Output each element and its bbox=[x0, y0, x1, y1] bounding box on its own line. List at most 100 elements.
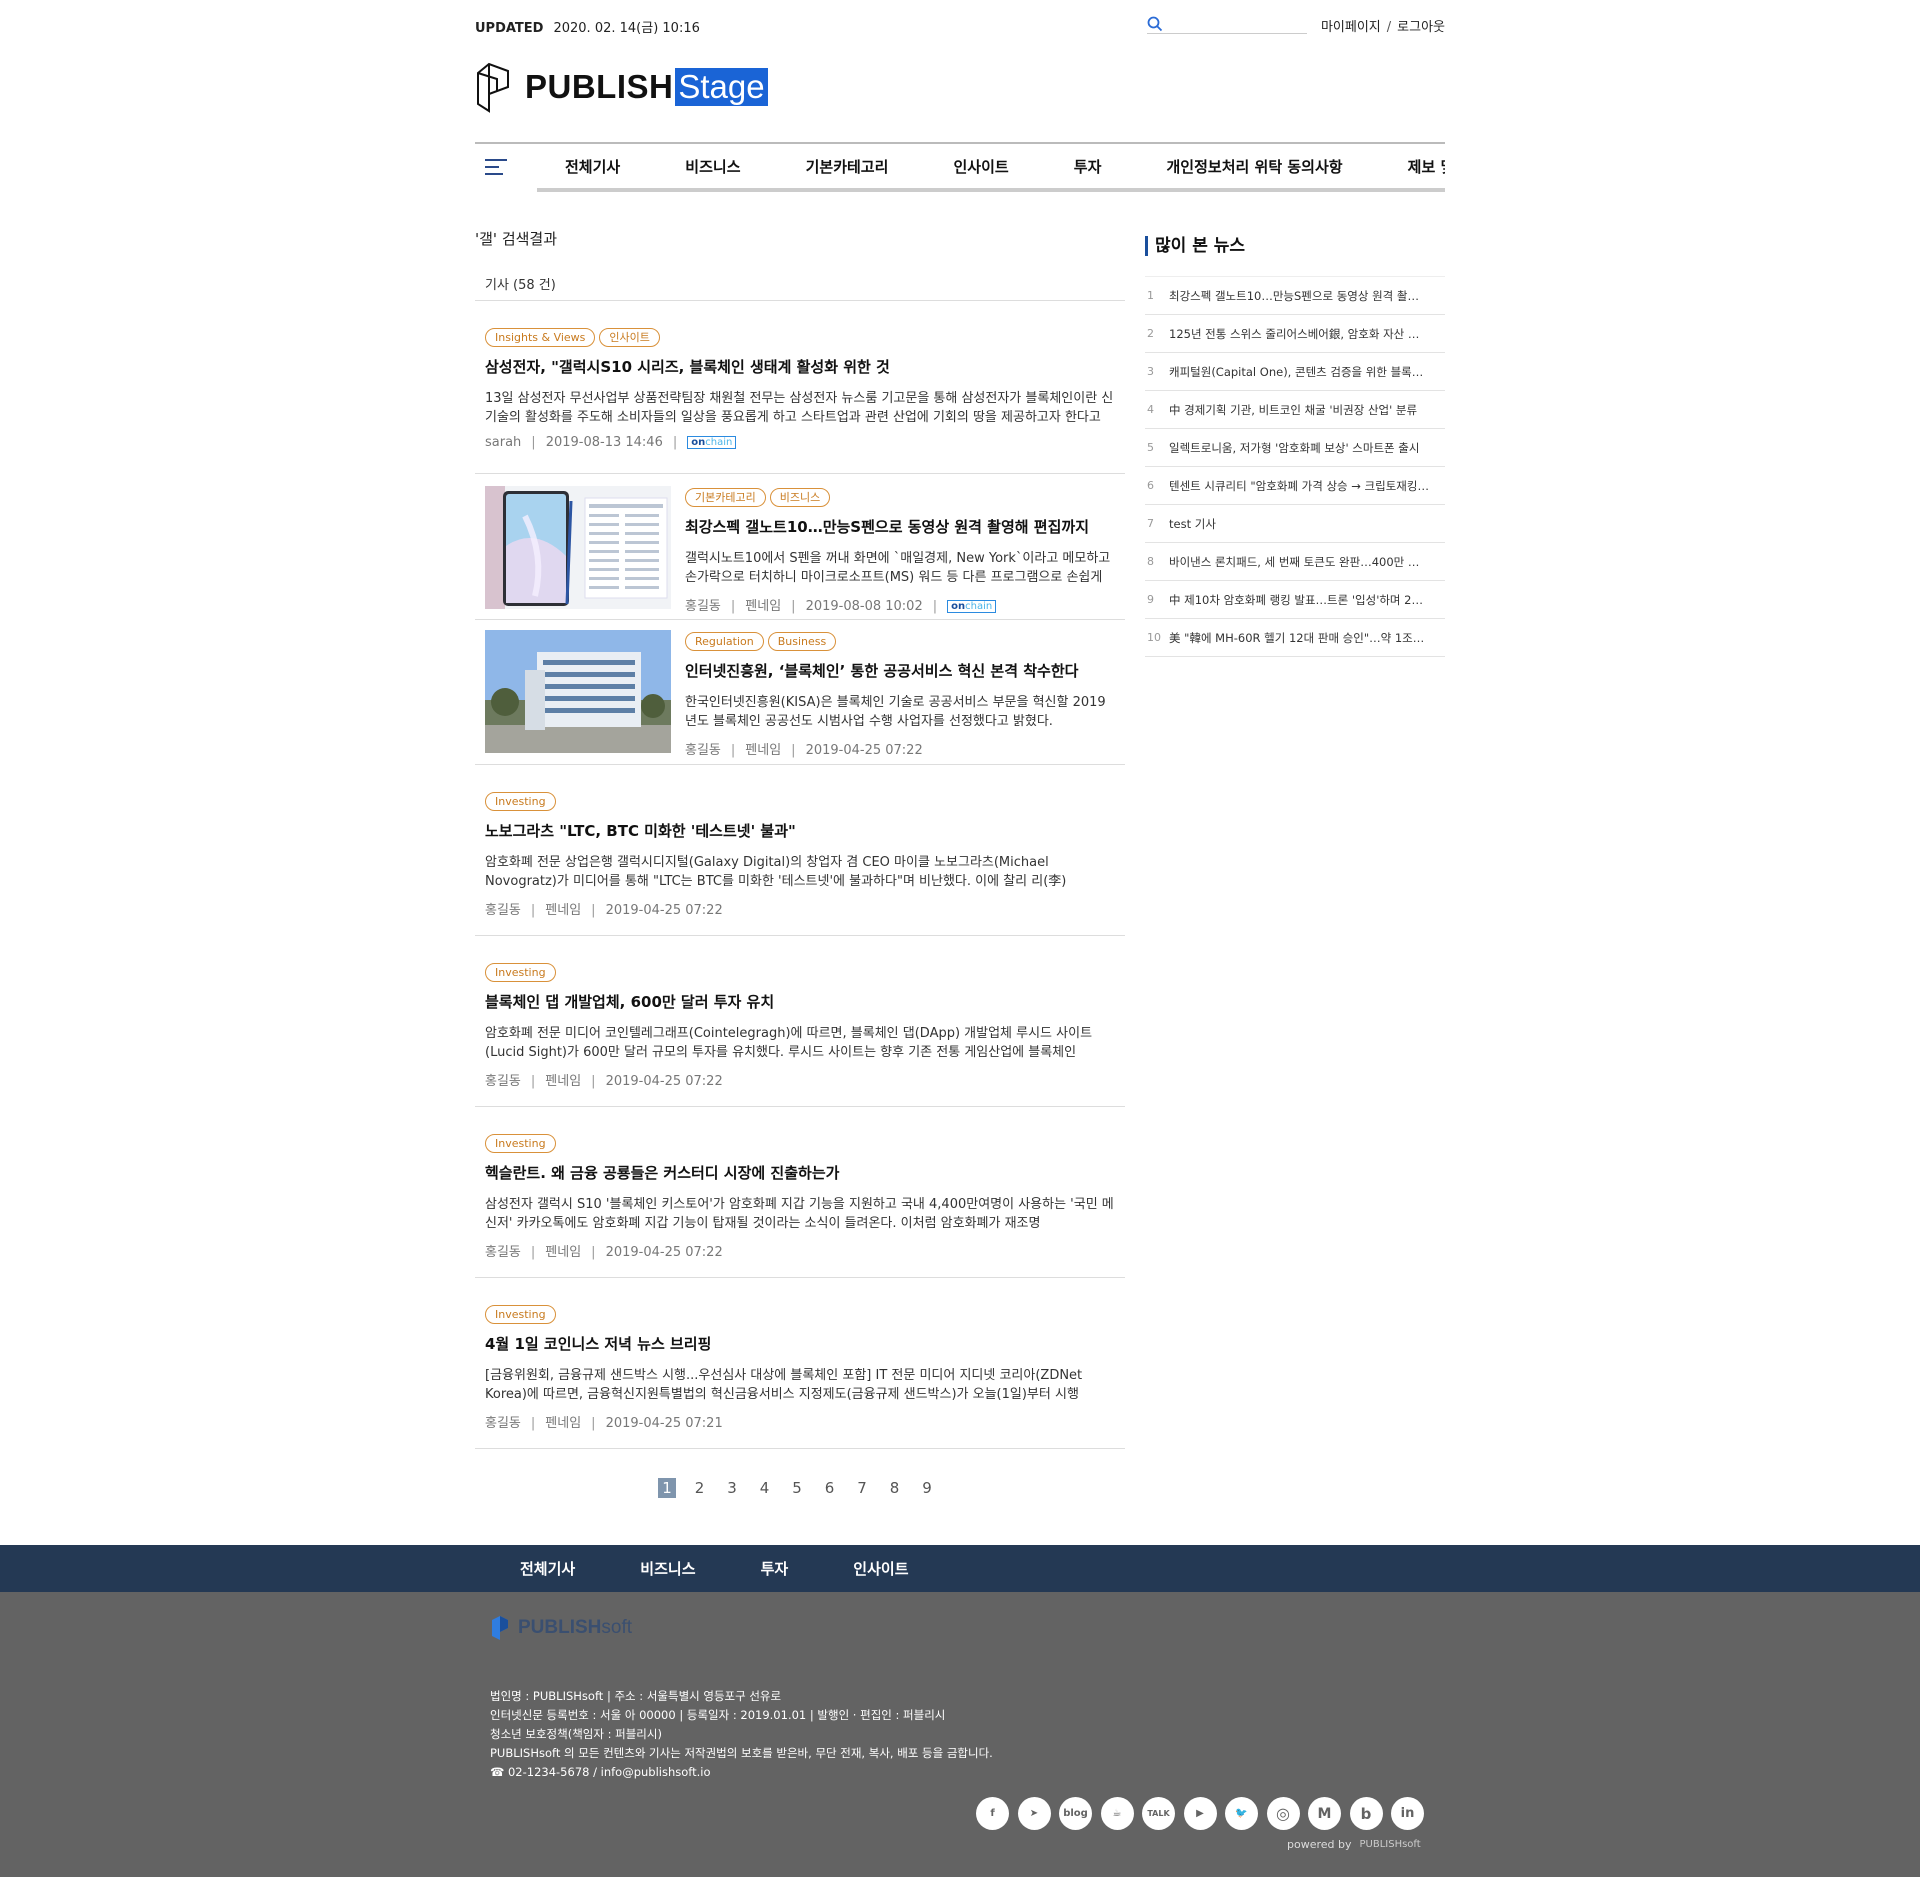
nav-item-default-category[interactable]: 기본카테고리 bbox=[806, 156, 889, 177]
article-title[interactable]: 인터넷진흥원, ‘블록체인’ 통한 공공서비스 혁신 본격 착수한다 bbox=[685, 660, 1115, 681]
popular-news-text[interactable]: 中 경제기획 기관, 비트코인 채굴 '비권장 산업' 분류 bbox=[1169, 402, 1429, 418]
kakao-talk-icon[interactable]: TALK bbox=[1142, 1797, 1175, 1830]
popular-news-text[interactable]: 美 "韓에 MH-60R 헬기 12대 판매 승인"…약 1조원 규모 bbox=[1169, 630, 1429, 646]
nav-item-privacy-consent[interactable]: 개인정보처리 위탁 동의사항 bbox=[1167, 156, 1343, 177]
medium-icon[interactable]: M bbox=[1308, 1797, 1341, 1830]
article-item[interactable]: Investing 블록체인 댑 개발업체, 600만 달러 투자 유치 암호화… bbox=[475, 936, 1125, 1107]
page-button-5[interactable]: 5 bbox=[788, 1478, 806, 1498]
nav-item-invest[interactable]: 투자 bbox=[1074, 156, 1102, 177]
footer-nav-list: 전체기사 비즈니스 투자 인사이트 bbox=[520, 1558, 969, 1579]
popular-news-text[interactable]: test 기사 bbox=[1169, 516, 1429, 532]
article-tag[interactable]: Regulation bbox=[685, 632, 764, 651]
popular-news-item[interactable]: 7 test 기사 bbox=[1145, 505, 1445, 543]
page-button-3[interactable]: 3 bbox=[723, 1478, 741, 1498]
main-nav: 전체기사 비즈니스 기본카테고리 인사이트 투자 개인정보처리 위탁 동의사항 … bbox=[475, 142, 1445, 192]
article-title[interactable]: 4월 1일 코인니스 저녁 뉴스 브리핑 bbox=[485, 1333, 1115, 1354]
search-icon[interactable] bbox=[1147, 16, 1163, 32]
page-button-7[interactable]: 7 bbox=[853, 1478, 871, 1498]
article-title[interactable]: 최강스펙 갤노트10…만능S펜으로 동영상 원격 촬영해 편집까지 bbox=[685, 516, 1115, 537]
article-tag[interactable]: Investing bbox=[485, 792, 556, 811]
article-item[interactable]: 기본카테고리 비즈니스 최강스펙 갤노트10…만능S펜으로 동영상 원격 촬영해 … bbox=[475, 474, 1125, 620]
popular-news-item[interactable]: 8 바이낸스 론치패드, 세 번째 토큰도 완판…400만 달러 규모 bbox=[1145, 543, 1445, 581]
popular-news-title: 많이 본 뉴스 bbox=[1145, 236, 1445, 256]
youtube-icon[interactable]: ▶ bbox=[1183, 1797, 1217, 1830]
article-title[interactable]: 블록체인 댑 개발업체, 600만 달러 투자 유치 bbox=[485, 991, 1115, 1012]
page-button-1[interactable]: 1 bbox=[658, 1478, 676, 1498]
popular-news-item[interactable]: 10 美 "韓에 MH-60R 헬기 12대 판매 승인"…약 1조원 규모 bbox=[1145, 619, 1445, 657]
page-button-8[interactable]: 8 bbox=[886, 1478, 904, 1498]
popular-news-text[interactable]: 125년 전통 스위스 줄리어스베어銀, 암호화 자산 서비스 개시 bbox=[1169, 326, 1429, 342]
telegram-icon[interactable]: ➤ bbox=[1017, 1797, 1051, 1830]
nav-item-insight[interactable]: 인사이트 bbox=[954, 156, 1009, 177]
footer-nav-item-insight[interactable]: 인사이트 bbox=[853, 1558, 908, 1579]
article-penname: 펜네임 bbox=[545, 903, 582, 918]
footer-nav-item-all[interactable]: 전체기사 bbox=[520, 1558, 575, 1579]
popular-news-text[interactable]: 바이낸스 론치패드, 세 번째 토큰도 완판…400만 달러 규모 bbox=[1169, 554, 1429, 570]
search-input[interactable] bbox=[1169, 14, 1305, 32]
site-logo[interactable]: PUBLISH Stage bbox=[475, 62, 768, 113]
article-tag[interactable]: Investing bbox=[485, 1134, 556, 1153]
nav-item-report[interactable]: 제보 및 bbox=[1408, 156, 1445, 177]
popular-news-item[interactable]: 3 캐피털원(Capital One), 콘텐츠 검증을 위한 블록체인 특허 출… bbox=[1145, 353, 1445, 391]
page-button-4[interactable]: 4 bbox=[756, 1478, 774, 1498]
kakao-story-icon[interactable]: ☕ bbox=[1100, 1797, 1134, 1830]
popular-news-text[interactable]: 텐센트 시큐리티 "암호화폐 가격 상승 → 크립토재킹 증가" bbox=[1169, 478, 1429, 494]
article-item[interactable]: Investing 노보그라츠 "LTC, BTC 미화한 '테스트넷' 불과"… bbox=[475, 765, 1125, 936]
article-tag[interactable]: 기본카테고리 bbox=[685, 488, 766, 507]
linkedin-icon[interactable]: in bbox=[1391, 1797, 1424, 1830]
twitter-icon[interactable]: 🐦 bbox=[1225, 1797, 1258, 1830]
popular-news-text[interactable]: 캐피털원(Capital One), 콘텐츠 검증을 위한 블록체인 특허 출원 bbox=[1169, 364, 1429, 380]
mypage-link[interactable]: 마이페이지 bbox=[1321, 20, 1381, 35]
footer-info-line: ☎ 02-1234-5678 / info@publishsoft.io bbox=[490, 1765, 711, 1779]
popular-news-item[interactable]: 4 中 경제기획 기관, 비트코인 채굴 '비권장 산업' 분류 bbox=[1145, 391, 1445, 429]
article-item[interactable]: Investing 헥슬란트. 왜 금융 공룡들은 커스터디 시장에 진출하는가… bbox=[475, 1107, 1125, 1278]
article-penname: 펜네임 bbox=[745, 743, 782, 758]
page-button-9[interactable]: 9 bbox=[918, 1478, 936, 1498]
popular-news-text[interactable]: 中 제10차 암호화폐 랭킹 발표…트론 '입성'하며 2위 차지 bbox=[1169, 592, 1429, 608]
footer-logo[interactable]: PUBLISH soft bbox=[490, 1614, 632, 1642]
rank-number: 3 bbox=[1147, 365, 1154, 378]
instagram-icon[interactable]: ◎ bbox=[1266, 1797, 1300, 1830]
logout-link[interactable]: 로그아웃 bbox=[1397, 20, 1445, 35]
popular-news-item[interactable]: 1 최강스펙 갤노트10…만능S펜으로 동영상 원격 촬영해 편집까지 bbox=[1145, 277, 1445, 315]
footer-nav-item-business[interactable]: 비즈니스 bbox=[640, 1558, 695, 1579]
search-box[interactable] bbox=[1147, 14, 1307, 34]
article-title[interactable]: 노보그라츠 "LTC, BTC 미화한 '테스트넷' 불과" bbox=[485, 820, 1115, 841]
page-button-6[interactable]: 6 bbox=[821, 1478, 839, 1498]
article-title[interactable]: 헥슬란트. 왜 금융 공룡들은 커스터디 시장에 진출하는가 bbox=[485, 1162, 1115, 1183]
brunch-icon[interactable]: b bbox=[1349, 1797, 1383, 1830]
facebook-icon[interactable]: f bbox=[976, 1797, 1009, 1830]
popular-news-text[interactable]: 최강스펙 갤노트10…만능S펜으로 동영상 원격 촬영해 편집까지 bbox=[1169, 288, 1429, 304]
article-author: 홍길동 bbox=[685, 599, 721, 614]
article-tag[interactable]: Insights & Views bbox=[485, 328, 596, 347]
article-item[interactable]: Investing 4월 1일 코인니스 저녁 뉴스 브리핑 [금융위원회, 금… bbox=[475, 1278, 1125, 1449]
powered-by-logo: PUBLISHsoft bbox=[1359, 1839, 1421, 1850]
nav-item-all[interactable]: 전체기사 bbox=[565, 156, 620, 177]
footer: PUBLISH soft 법인명 : PUBLISHsoft | 주소 : 서울특… bbox=[0, 1592, 1920, 1877]
publish-logo-icon bbox=[477, 62, 509, 113]
article-tag[interactable]: Investing bbox=[485, 1305, 556, 1324]
popular-news-item[interactable]: 2 125년 전통 스위스 줄리어스베어銀, 암호화 자산 서비스 개시 bbox=[1145, 315, 1445, 353]
nav-scrollbar[interactable] bbox=[537, 188, 1445, 192]
article-tag[interactable]: 인사이트 bbox=[599, 328, 660, 347]
article-tag[interactable]: Investing bbox=[485, 963, 556, 982]
article-summary: [금융위원회, 금융규제 샌드박스 시행...우선심사 대상에 블록체인 포함]… bbox=[485, 1368, 1083, 1402]
logo-stage-text: Stage bbox=[675, 68, 768, 106]
article-thumbnail[interactable] bbox=[485, 630, 671, 753]
article-item[interactable]: Regulation Business 인터넷진흥원, ‘블록체인’ 통한 공공서… bbox=[475, 620, 1125, 765]
nav-item-business[interactable]: 비즈니스 bbox=[685, 156, 740, 177]
blog-icon[interactable]: blog bbox=[1059, 1797, 1092, 1830]
article-thumbnail[interactable] bbox=[485, 486, 671, 609]
article-title[interactable]: 삼성전자, "갤럭시S10 시리즈, 블록체인 생태계 활성화 위한 것 bbox=[485, 356, 1115, 377]
popular-news-item[interactable]: 6 텐센트 시큐리티 "암호화폐 가격 상승 → 크립토재킹 증가" bbox=[1145, 467, 1445, 505]
menu-icon[interactable] bbox=[485, 159, 507, 177]
popular-news-text[interactable]: 일렉트로니움, 저가형 '암호화폐 보상' 스마트폰 출시 bbox=[1169, 440, 1429, 456]
article-tag[interactable]: Business bbox=[767, 632, 837, 651]
popular-news-item[interactable]: 9 中 제10차 암호화폐 랭킹 발표…트론 '입성'하며 2위 차지 bbox=[1145, 581, 1445, 619]
article-item[interactable]: Insights & Views 인사이트 삼성전자, "갤럭시S10 시리즈, … bbox=[475, 301, 1125, 474]
article-tag[interactable]: 비즈니스 bbox=[769, 488, 831, 507]
footer-nav-item-invest[interactable]: 투자 bbox=[761, 1558, 789, 1579]
article-author: sarah bbox=[485, 435, 522, 450]
popular-news-item[interactable]: 5 일렉트로니움, 저가형 '암호화폐 보상' 스마트폰 출시 bbox=[1145, 429, 1445, 467]
page-button-2[interactable]: 2 bbox=[691, 1478, 709, 1498]
